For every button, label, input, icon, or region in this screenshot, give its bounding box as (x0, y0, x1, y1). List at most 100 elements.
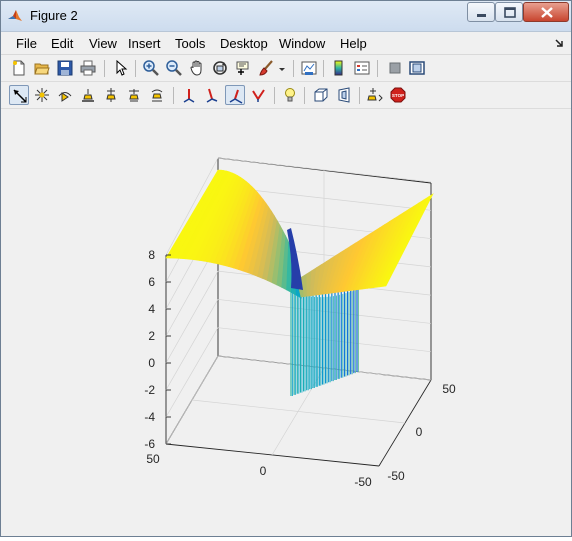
pan-hand-icon (190, 60, 202, 76)
principal-axis-z-button[interactable] (225, 85, 245, 105)
z-tick-label: 4 (148, 302, 155, 316)
principal-axis-none-icon (252, 89, 265, 102)
axis-line (165, 443, 380, 467)
menu-insert[interactable]: Insert (128, 36, 161, 51)
x-tick-label: 0 (260, 464, 267, 478)
figure-window: Figure 2 File Edit View Insert Tools Des… (0, 0, 572, 537)
link-plot-icon (301, 61, 317, 75)
menu-edit[interactable]: Edit (51, 36, 73, 51)
menu-window[interactable]: Window (279, 36, 325, 51)
surface-mesh (165, 169, 434, 299)
figure-toolbar (1, 56, 571, 82)
z-gridline (217, 355, 432, 381)
surface-plot[interactable]: 8 6 4 2 0 -2 -4 -6 50 0 -50 50 0 -50 (1, 110, 571, 536)
insert-legend-icon (354, 61, 370, 75)
z-gridline (165, 270, 219, 364)
principal-axis-x-button[interactable] (179, 85, 199, 105)
walk-camera-icon (129, 89, 139, 102)
dolly-camera-icon (82, 89, 94, 102)
z-tick-label: 2 (148, 329, 155, 343)
brush-dropdown-icon (279, 68, 285, 71)
print-icon (80, 60, 96, 76)
menu-tools[interactable]: Tools (175, 36, 205, 51)
new-figure-icon (13, 60, 25, 76)
perspective-projection-button[interactable] (334, 85, 354, 105)
insert-colorbar-icon (334, 60, 343, 76)
svg-text:STOP: STOP (392, 93, 404, 98)
stop-camera-icon: STOP (390, 87, 406, 103)
data-cursor-button[interactable] (233, 58, 253, 78)
rotate-3d-icon (213, 61, 227, 75)
orthographic-projection-button[interactable] (311, 85, 331, 105)
brush-dropdown[interactable] (277, 58, 287, 78)
brush-icon (259, 60, 273, 76)
dock-figure-icon[interactable] (554, 38, 564, 48)
minimize-button[interactable] (467, 2, 495, 22)
roll-camera-button[interactable] (147, 85, 167, 105)
zoom-in-icon (143, 60, 159, 76)
toolbar-separator (293, 60, 294, 77)
principal-axis-z-icon (229, 89, 243, 104)
zoom-out-button[interactable] (164, 58, 184, 78)
maximize-icon (504, 7, 516, 18)
zoom-in-button[interactable] (141, 58, 161, 78)
z-gridline (217, 327, 432, 353)
open-file-button[interactable] (32, 58, 52, 78)
dolly-camera-button[interactable] (78, 85, 98, 105)
toolbar-separator (359, 87, 360, 104)
x-tick-label: 50 (146, 452, 160, 466)
toolbar-separator (135, 60, 136, 77)
z-gridline (217, 299, 432, 324)
edit-plot-icon (13, 89, 27, 103)
toolbar-separator (377, 60, 378, 77)
title-bar[interactable]: Figure 2 (1, 1, 571, 32)
menu-help[interactable]: Help (340, 36, 367, 51)
menu-file[interactable]: File (16, 36, 37, 51)
pan-tilt-camera-button[interactable] (101, 85, 121, 105)
toggle-scene-light-button[interactable] (280, 85, 300, 105)
principal-axis-y-icon (206, 88, 218, 103)
orthographic-projection-icon (314, 88, 328, 102)
maximize-button[interactable] (495, 2, 523, 22)
reset-camera-button[interactable] (365, 85, 385, 105)
insert-colorbar-button[interactable] (329, 58, 349, 78)
zoom-out-icon (166, 60, 182, 76)
z-tick-label: -4 (144, 410, 155, 424)
principal-axis-none-button[interactable] (248, 85, 268, 105)
z-axis-ticks: 8 6 4 2 0 -2 -4 -6 (144, 248, 171, 451)
z-tick-label: -6 (144, 437, 155, 451)
edit-plot-button[interactable] (111, 58, 131, 78)
menu-bar: File Edit View Insert Tools Desktop Wind… (1, 32, 571, 55)
save-button[interactable] (55, 58, 75, 78)
link-plot-button[interactable] (299, 58, 319, 78)
print-button[interactable] (78, 58, 98, 78)
rotate-3d-button[interactable] (210, 58, 230, 78)
close-button[interactable] (523, 2, 569, 22)
insert-legend-button[interactable] (352, 58, 372, 78)
toolbar-separator (173, 87, 174, 104)
hide-plot-tools-button[interactable] (385, 58, 405, 78)
principal-axis-x-icon (183, 89, 195, 103)
new-figure-button[interactable] (9, 58, 29, 78)
z-gridline (217, 157, 432, 183)
open-file-icon (34, 63, 50, 75)
show-plot-tools-button[interactable] (407, 58, 427, 78)
stop-camera-button[interactable]: STOP (388, 85, 408, 105)
menu-desktop[interactable]: Desktop (220, 36, 268, 51)
principal-axis-y-button[interactable] (202, 85, 222, 105)
pan-button[interactable] (187, 58, 207, 78)
camera-toolbar: STOP (1, 83, 571, 109)
brush-button[interactable] (256, 58, 276, 78)
move-light-button[interactable] (32, 85, 52, 105)
reset-camera-icon (367, 88, 383, 102)
orbit-camera-button[interactable] (55, 85, 75, 105)
walk-camera-button[interactable] (124, 85, 144, 105)
perspective-projection-icon (338, 87, 350, 103)
toolbar-separator (274, 87, 275, 104)
figure-canvas[interactable]: 8 6 4 2 0 -2 -4 -6 50 0 -50 50 0 -50 (1, 110, 571, 536)
edit-plot-toggle[interactable] (9, 85, 29, 105)
hide-plot-tools-icon (389, 62, 401, 74)
toolbar-separator (323, 60, 324, 77)
z-tick-label: -2 (144, 383, 155, 397)
menu-view[interactable]: View (89, 36, 117, 51)
